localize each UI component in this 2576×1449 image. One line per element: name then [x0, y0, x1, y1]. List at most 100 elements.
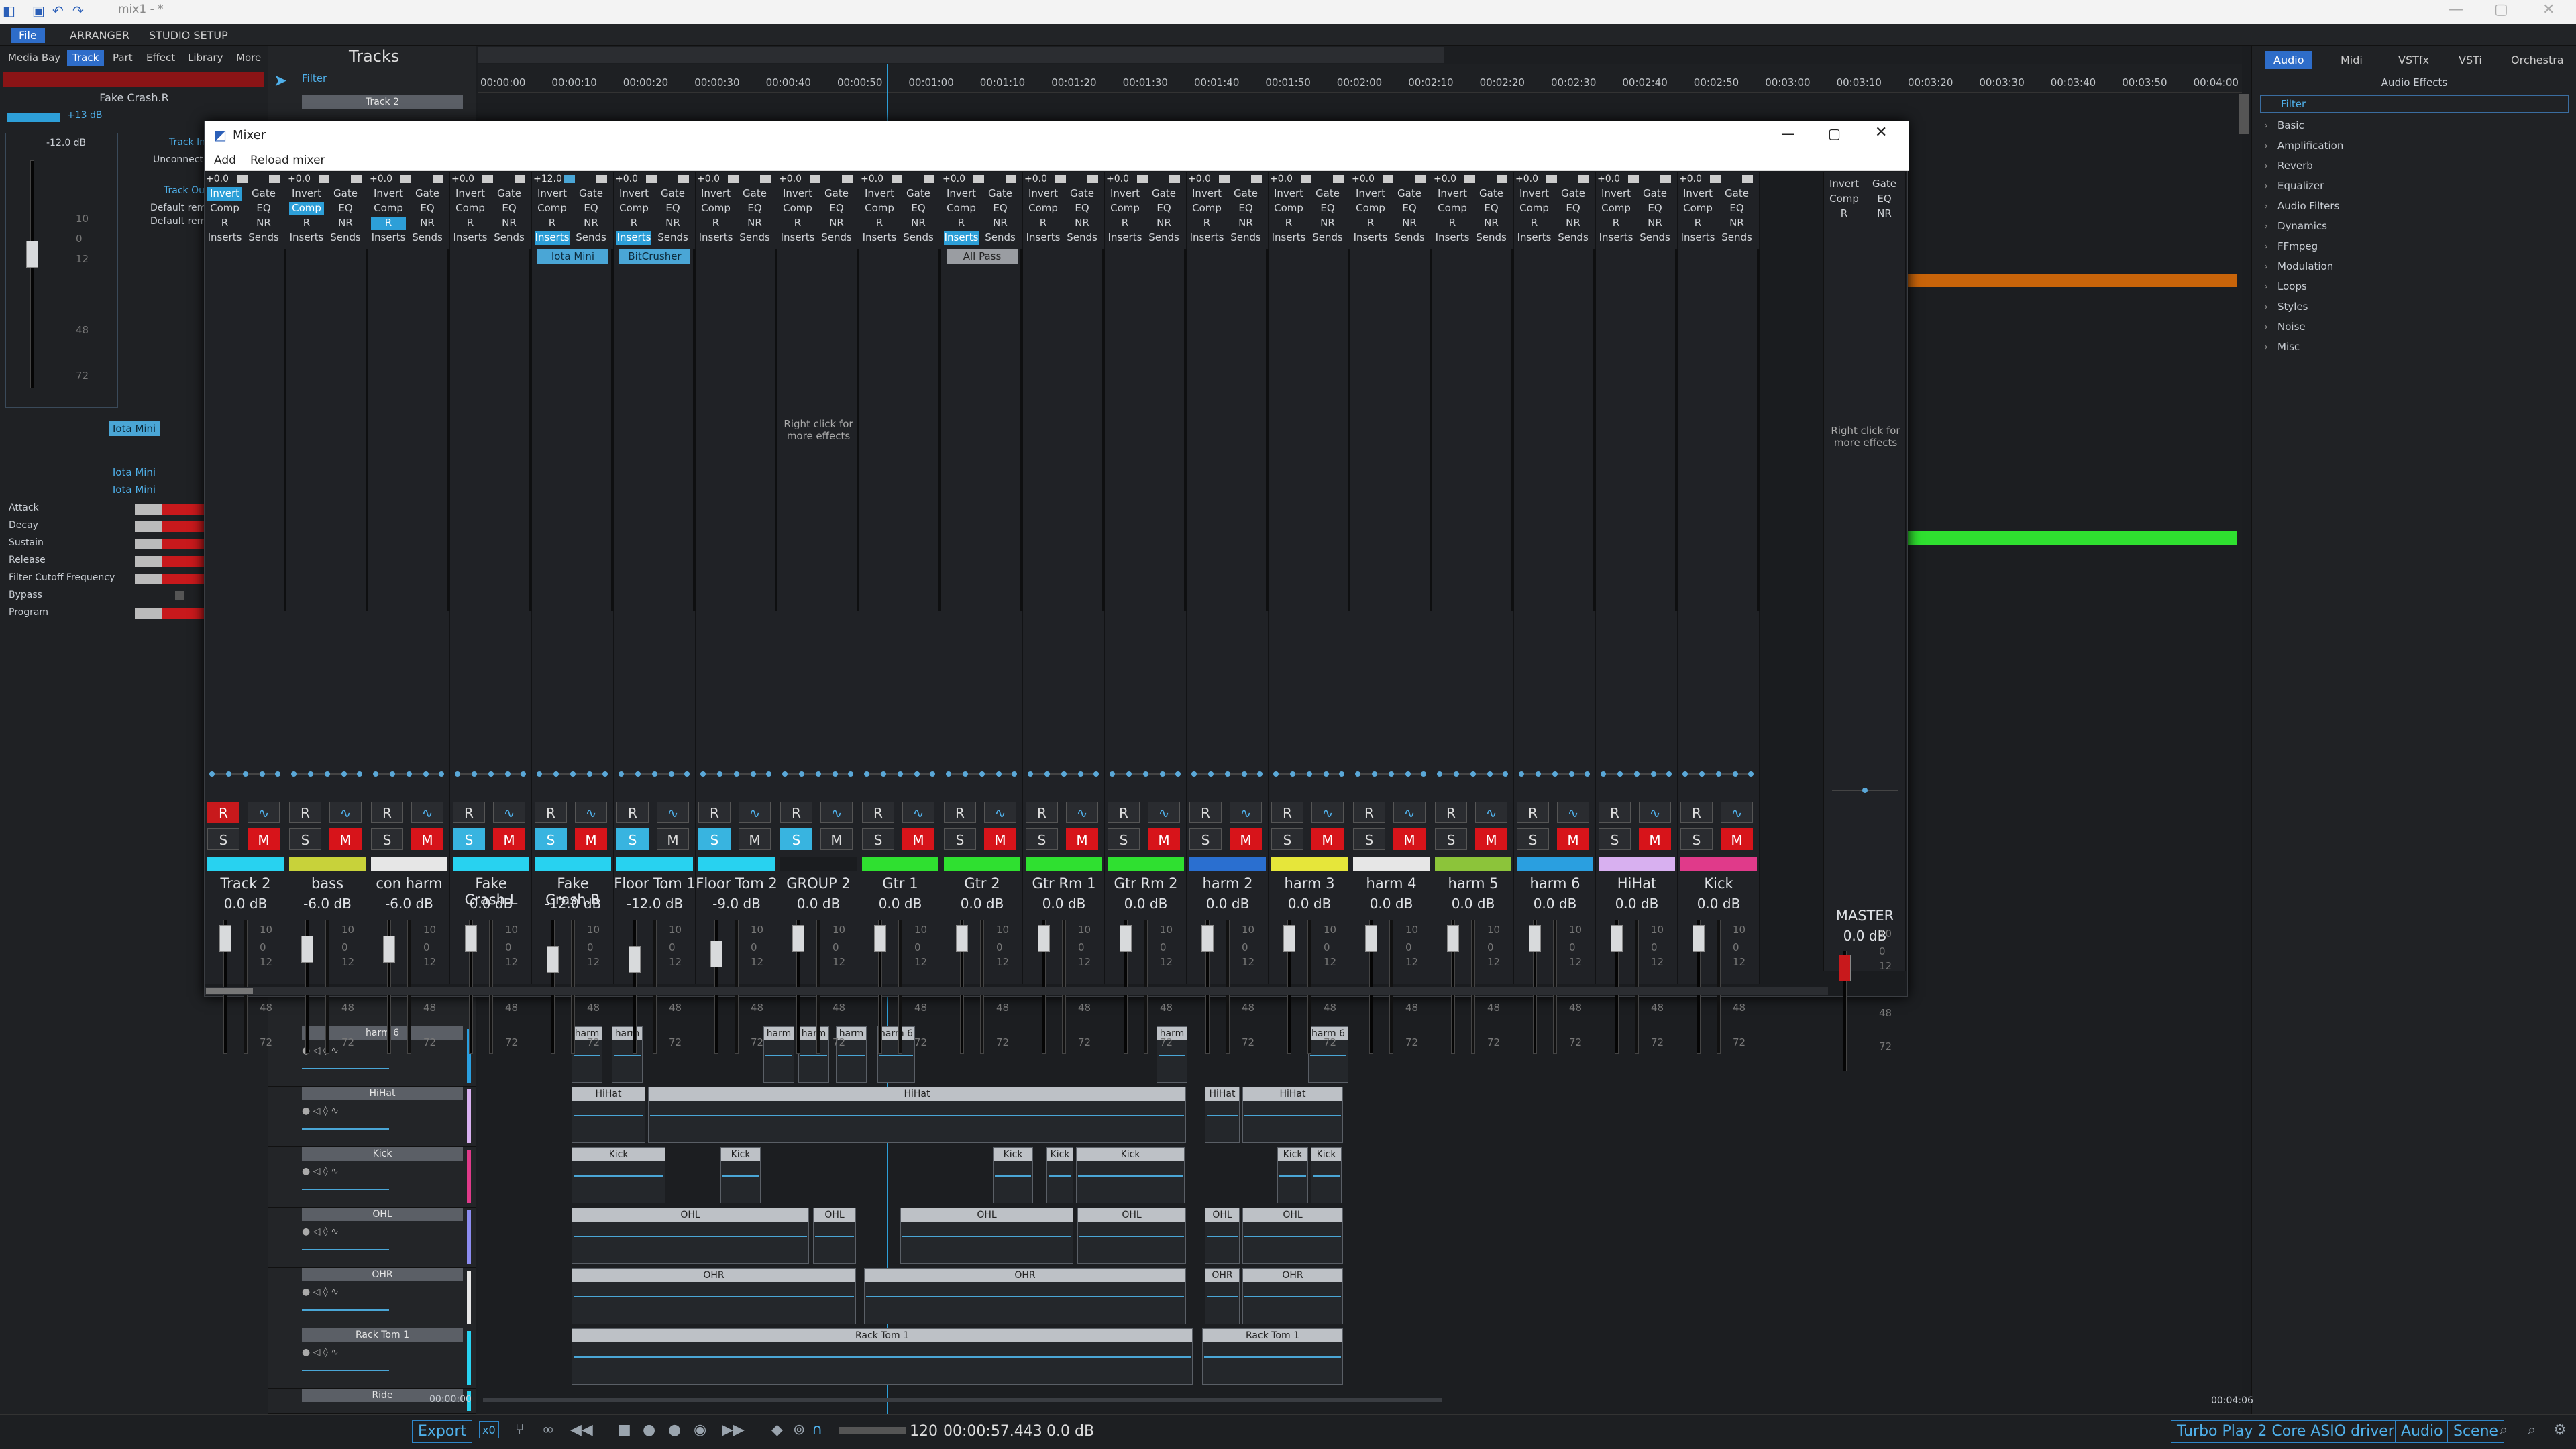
audio-clip[interactable]: harm: [1157, 1026, 1187, 1083]
invert-toggle[interactable]: Invert: [616, 187, 651, 201]
gate-toggle[interactable]: Gate: [1556, 187, 1591, 201]
solo-button[interactable]: S: [1517, 828, 1549, 850]
pan-point[interactable]: [848, 771, 853, 777]
eq-toggle[interactable]: EQ: [1638, 202, 1672, 215]
gain-knob[interactable]: [1710, 175, 1721, 183]
gain-knob-2[interactable]: [596, 175, 607, 183]
pan-point[interactable]: [537, 771, 542, 777]
position-scrollbar[interactable]: [483, 1398, 1442, 1402]
comp-toggle[interactable]: Comp: [944, 202, 979, 215]
solo-button[interactable]: S: [780, 828, 812, 850]
pan-point[interactable]: [766, 771, 771, 777]
pan-point[interactable]: [1175, 771, 1181, 777]
volume-fader-handle[interactable]: [547, 946, 559, 973]
pan-point[interactable]: [341, 771, 347, 777]
eq-toggle[interactable]: EQ: [1146, 202, 1181, 215]
mute-button[interactable]: M: [1557, 828, 1589, 850]
comp-toggle[interactable]: Comp: [862, 202, 897, 215]
sends-tab[interactable]: Sends: [1474, 231, 1509, 245]
audio-clip[interactable]: HiHat: [1242, 1087, 1343, 1143]
comp-toggle[interactable]: Comp: [1517, 202, 1552, 215]
pointer-tool-icon[interactable]: ➤: [274, 71, 287, 90]
r-toggle[interactable]: R: [289, 217, 324, 230]
nr-toggle[interactable]: NR: [1474, 217, 1509, 230]
gain-knob[interactable]: [1137, 175, 1148, 183]
pan-point[interactable]: [1389, 771, 1394, 777]
gate-toggle[interactable]: Gate: [655, 187, 690, 201]
x0-button[interactable]: x0: [479, 1421, 499, 1438]
close-icon[interactable]: ✕: [2542, 1, 2555, 18]
nr-toggle[interactable]: NR: [410, 217, 445, 230]
invert-toggle[interactable]: Invert: [780, 187, 815, 201]
master-fader-handle[interactable]: [1839, 955, 1851, 981]
mute-button[interactable]: M: [1066, 828, 1098, 850]
inserts-tab[interactable]: Inserts: [1680, 231, 1715, 245]
inserts-tab[interactable]: Inserts: [289, 231, 324, 245]
r-toggle[interactable]: R: [1680, 217, 1715, 230]
master-gate[interactable]: Gate: [1867, 178, 1902, 191]
inserts-tab[interactable]: Inserts: [1353, 231, 1388, 245]
punch-icon[interactable]: ⊚: [793, 1421, 805, 1438]
r-toggle[interactable]: R: [1271, 217, 1306, 230]
record-arm-button[interactable]: R: [1271, 802, 1303, 823]
audio-clip[interactable]: harm: [572, 1026, 602, 1083]
audio-clip[interactable]: OHL: [1077, 1208, 1186, 1264]
param-slider[interactable]: [135, 504, 209, 515]
gain-knob-2[interactable]: [678, 175, 689, 183]
stop-icon[interactable]: ■: [617, 1421, 631, 1438]
fx-category[interactable]: FFmpeg: [2264, 240, 2318, 252]
pan-point[interactable]: [488, 771, 494, 777]
channel-gain[interactable]: +0.0: [1188, 174, 1211, 184]
mute-button[interactable]: M: [493, 828, 525, 850]
mixer-title-bar[interactable]: ◩ Mixer — ▢ ✕: [205, 121, 1909, 150]
master-comp[interactable]: Comp: [1827, 193, 1862, 206]
channel-gain[interactable]: +0.0: [943, 174, 965, 184]
track-controls-icon[interactable]: ● ◁ ◊ ∿: [302, 1106, 339, 1116]
fx-category[interactable]: Styles: [2264, 301, 2308, 313]
fx-category[interactable]: Reverb: [2264, 160, 2313, 172]
invert-toggle[interactable]: Invert: [453, 187, 488, 201]
gain-knob[interactable]: [810, 175, 820, 183]
automation-curve-icon[interactable]: ∿: [493, 802, 525, 823]
pan-point[interactable]: [472, 771, 477, 777]
channel-gain[interactable]: +0.0: [1352, 174, 1375, 184]
pan-point[interactable]: [1601, 771, 1606, 777]
mute-button[interactable]: M: [657, 828, 689, 850]
tab-more[interactable]: More: [231, 50, 266, 66]
unconnected-label[interactable]: Unconnect: [153, 154, 203, 165]
mixer-menu-reload[interactable]: Reload mixer: [250, 154, 325, 167]
pan-point[interactable]: [407, 771, 412, 777]
pan-point[interactable]: [946, 771, 951, 777]
comp-toggle[interactable]: Comp: [535, 202, 570, 215]
automation-curve-icon[interactable]: ∿: [739, 802, 771, 823]
audio-clip[interactable]: harm: [612, 1026, 643, 1083]
mixer-hscroll[interactable]: [205, 987, 1828, 995]
eq-toggle[interactable]: EQ: [1065, 202, 1099, 215]
pan-point[interactable]: [1519, 771, 1524, 777]
nr-toggle[interactable]: NR: [1392, 217, 1427, 230]
gate-toggle[interactable]: Gate: [1474, 187, 1509, 201]
gain-knob-2[interactable]: [433, 175, 443, 183]
record-arm-button[interactable]: R: [371, 802, 403, 823]
automation-curve-icon[interactable]: ∿: [902, 802, 934, 823]
invert-toggle[interactable]: Invert: [1271, 187, 1306, 201]
tab-orchestra[interactable]: Orchestra: [2503, 51, 2572, 69]
mute-button[interactable]: M: [575, 828, 607, 850]
invert-toggle[interactable]: Invert: [371, 187, 406, 201]
param-slider[interactable]: [135, 608, 209, 619]
inserts-tab[interactable]: Inserts: [1271, 231, 1306, 245]
pan-point[interactable]: [652, 771, 657, 777]
gain-knob[interactable]: [400, 175, 411, 183]
record-arm-button[interactable]: R: [207, 802, 239, 823]
insert-slot[interactable]: All Pass: [947, 249, 1018, 264]
audio-clip[interactable]: OHL: [900, 1208, 1073, 1264]
solo-button[interactable]: S: [453, 828, 485, 850]
pan-point[interactable]: [1536, 771, 1541, 777]
audio-clip[interactable]: Kick: [993, 1147, 1033, 1203]
nr-toggle[interactable]: NR: [492, 217, 527, 230]
record-arm-button[interactable]: R: [698, 802, 731, 823]
pan-point[interactable]: [1307, 771, 1312, 777]
gain-knob-2[interactable]: [269, 175, 280, 183]
nr-toggle[interactable]: NR: [983, 217, 1018, 230]
marker-icon[interactable]: ◆: [771, 1421, 783, 1438]
